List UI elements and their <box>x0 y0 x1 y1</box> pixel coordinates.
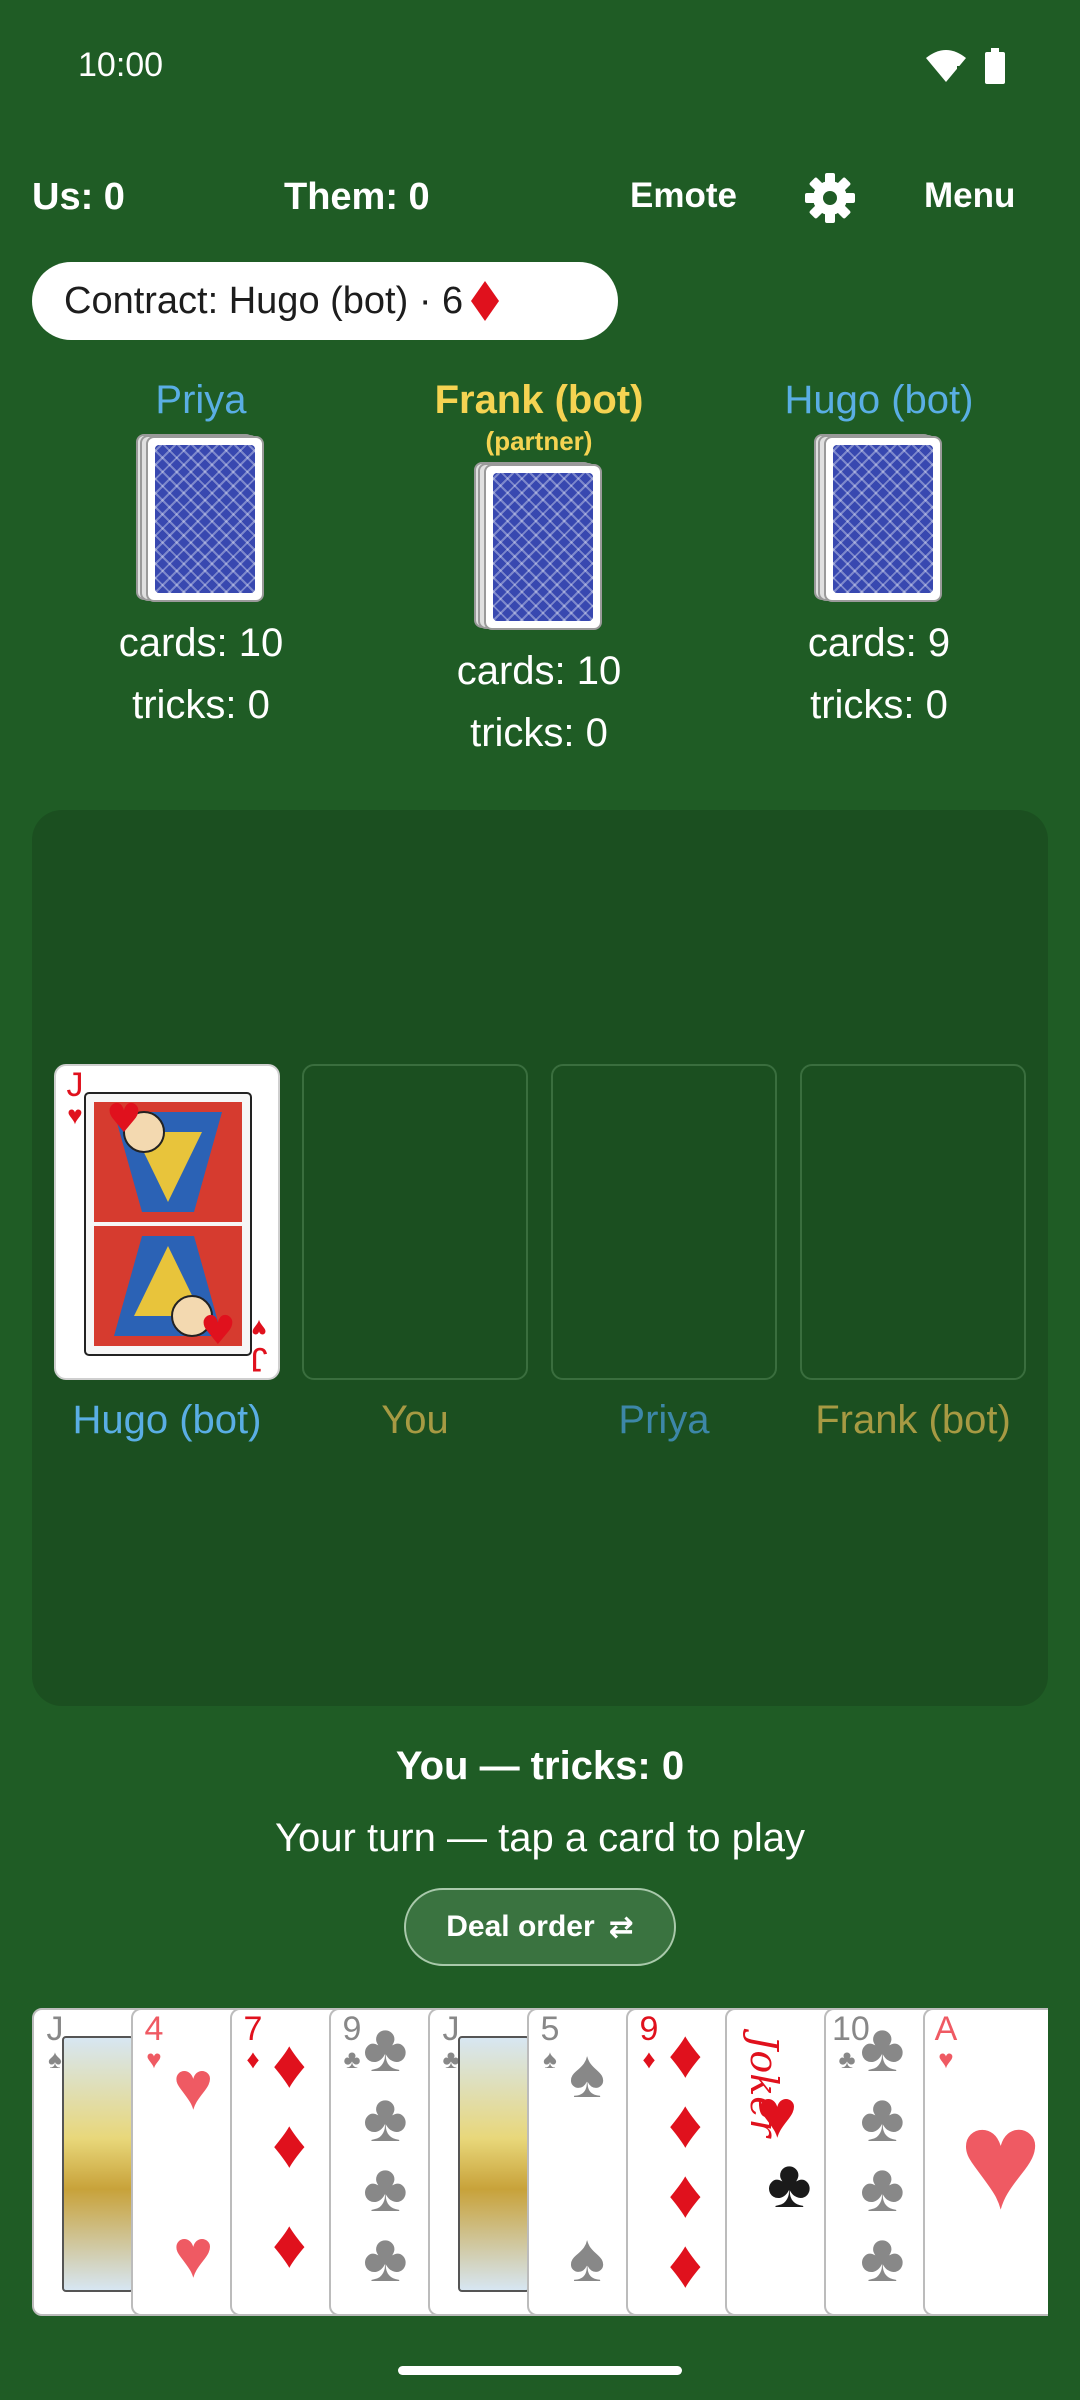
svg-text:♥: ♥ <box>200 1308 236 1354</box>
player-cards: cards: 10 <box>456 649 622 693</box>
contract-text: Contract: Hugo (bot) · 6 <box>64 279 464 322</box>
turn-prompt: Your turn — tap a card to play <box>275 1816 805 1860</box>
player-name: Hugo (bot) <box>784 378 974 422</box>
wifi-icon <box>926 50 966 82</box>
contract-pill: Contract: Hugo (bot) · 6 <box>32 262 618 340</box>
player-cards: cards: 10 <box>118 621 284 665</box>
card-back-stack <box>474 462 604 632</box>
emote-button[interactable]: Emote <box>630 176 737 216</box>
player-tricks: tricks: 0 <box>470 711 608 755</box>
card-back-stack <box>814 434 944 604</box>
deal-order-button[interactable]: Deal order ⇄ <box>404 1888 676 1966</box>
player-tricks: tricks: 0 <box>810 683 948 727</box>
trick-slot-frank <box>800 1064 1026 1380</box>
player-tricks: tricks: 0 <box>132 683 270 727</box>
jack-face-art: ♥ ♥ <box>84 1092 252 1356</box>
home-indicator[interactable] <box>398 2366 682 2375</box>
score-them: Them: 0 <box>284 176 430 218</box>
svg-text:♥: ♥ <box>106 1096 142 1142</box>
card-back-stack <box>136 434 266 604</box>
trick-label-hugo: Hugo (bot) <box>72 1398 262 1442</box>
player-priya: Priya cards: 10 tricks: 0 <box>51 378 351 736</box>
trick-area: J ♥ ♥ ♥ J ♥ Hugo (bot) You Priya Frank (… <box>32 810 1048 1706</box>
player-hand: J ♠ 4 ♥ ♥ ♥ 7 ♦ ♦ ♦ ♦ 9 ♣ ♣ ♣ ♣ ♣ J ♣ 5 ♠ ♠ ♠ … <box>32 2008 1048 2316</box>
deal-order-label: Deal order <box>446 1910 595 1943</box>
gear-icon[interactable] <box>803 171 857 225</box>
trick-slot-priya <box>551 1064 777 1380</box>
trick-label-priya: Priya <box>618 1398 710 1442</box>
partner-tag: (partner) <box>485 426 593 456</box>
score-us: Us: 0 <box>32 176 125 218</box>
status-bar: 10:00 <box>0 0 1080 130</box>
menu-button[interactable]: Menu <box>924 176 1015 216</box>
player-name: Priya <box>155 378 247 422</box>
player-hugo: Hugo (bot) cards: 9 tricks: 0 <box>729 378 1029 736</box>
you-tricks: You — tricks: 0 <box>395 1744 685 1788</box>
trick-slot-you <box>302 1064 528 1380</box>
player-name: Frank (bot) <box>434 378 644 422</box>
hand-card-ace-hearts[interactable]: A ♥ ♥ <box>923 2008 1048 2316</box>
battery-icon <box>985 48 1005 84</box>
played-card-jack-hearts: J ♥ ♥ ♥ J ♥ <box>54 1064 280 1380</box>
player-cards: cards: 9 <box>807 621 951 665</box>
trick-label-frank: Frank (bot) <box>815 1398 1011 1442</box>
player-frank: Frank (bot) (partner) cards: 10 tricks: … <box>389 378 689 764</box>
diamond-icon <box>471 281 500 321</box>
trick-label-you: You <box>381 1398 449 1442</box>
swap-icon: ⇄ <box>608 1910 634 1944</box>
status-time: 10:00 <box>78 46 164 84</box>
